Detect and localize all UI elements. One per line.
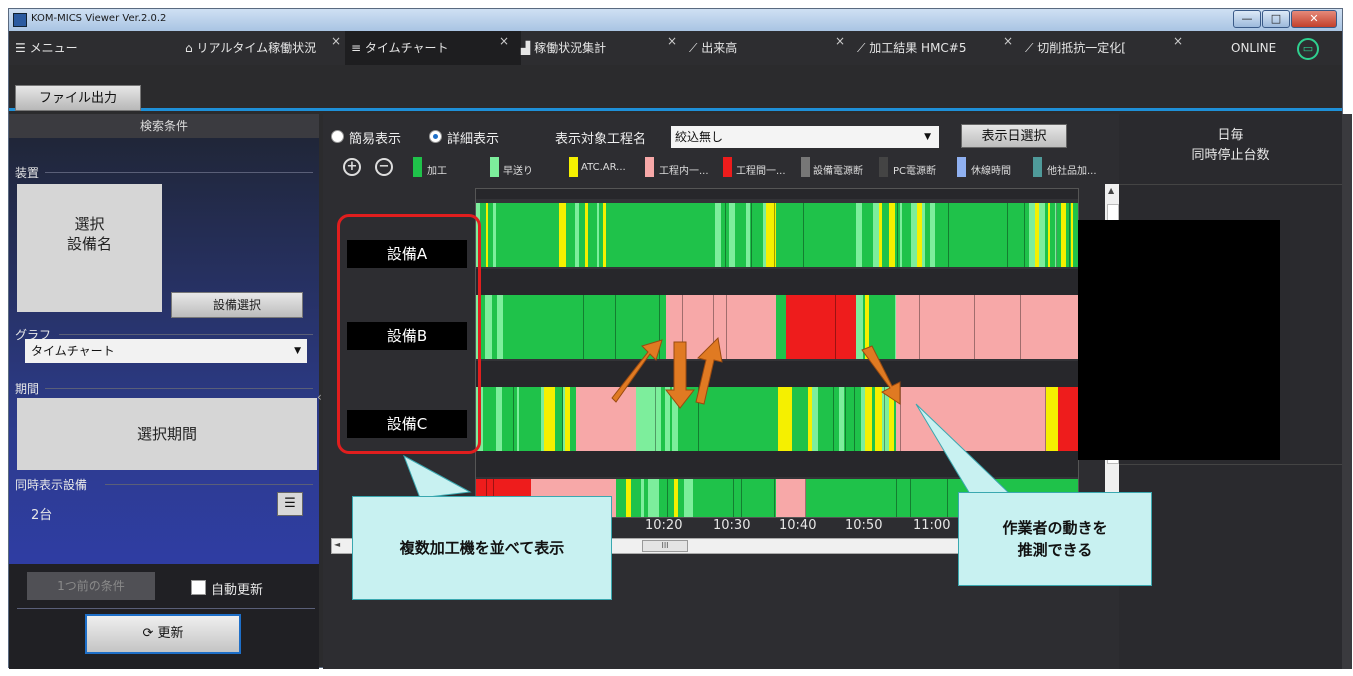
callout-worker-movement: 作業者の動きを 推測できる [958,492,1152,586]
arrow-icon [861,345,901,405]
callout-tail [915,403,1012,495]
callout-tail [403,454,472,499]
callout-multi-machine: 複数加工機を並べて表示 [352,496,612,600]
arrow-icon [611,339,663,403]
arrow-icon [695,336,723,405]
arrow-icon [664,341,696,409]
